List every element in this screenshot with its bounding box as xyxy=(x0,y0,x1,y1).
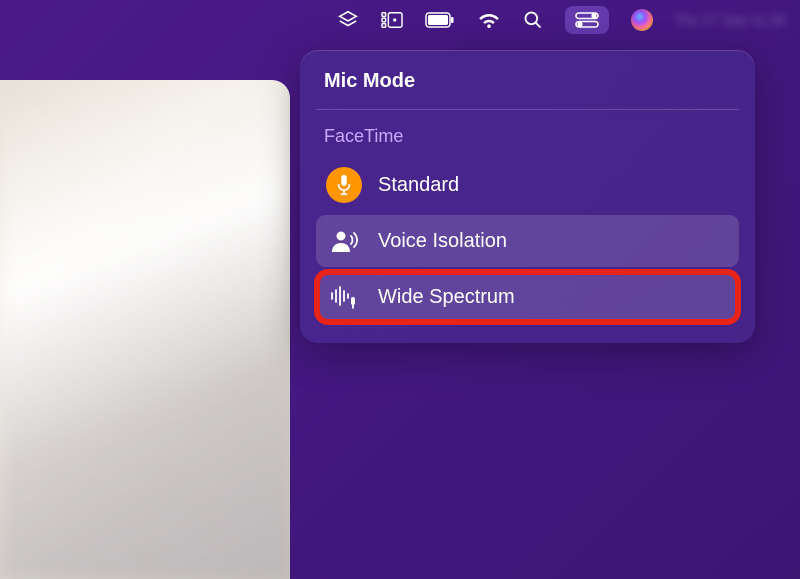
voice-isolation-icon xyxy=(326,223,362,259)
stage-manager-icon[interactable] xyxy=(381,10,403,30)
mode-wide-spectrum[interactable]: Wide Spectrum xyxy=(316,271,739,323)
wide-spectrum-icon xyxy=(326,279,362,315)
battery-icon[interactable] xyxy=(425,12,455,28)
menubar: Thu 17 Sep 11:26 xyxy=(0,0,800,40)
siri-icon[interactable] xyxy=(631,9,653,31)
mode-label: Standard xyxy=(378,174,459,197)
popover-title: Mic Mode xyxy=(316,70,739,109)
section-label: FaceTime xyxy=(316,126,739,159)
mode-standard[interactable]: Standard xyxy=(316,159,739,211)
mode-voice-isolation[interactable]: Voice Isolation xyxy=(316,215,739,267)
search-icon[interactable] xyxy=(523,10,543,30)
divider xyxy=(316,109,739,110)
mic-icon xyxy=(326,167,362,203)
stack-icon[interactable] xyxy=(337,9,359,31)
menubar-datetime[interactable]: Thu 17 Sep 11:26 xyxy=(675,12,785,28)
mic-mode-popover: Mic Mode FaceTime Standard Voice Isolati… xyxy=(300,50,755,343)
control-center-icon[interactable] xyxy=(565,6,609,34)
wifi-icon[interactable] xyxy=(477,11,501,29)
mode-label: Voice Isolation xyxy=(378,230,507,253)
background-window xyxy=(0,80,290,579)
mode-label: Wide Spectrum xyxy=(378,286,515,309)
